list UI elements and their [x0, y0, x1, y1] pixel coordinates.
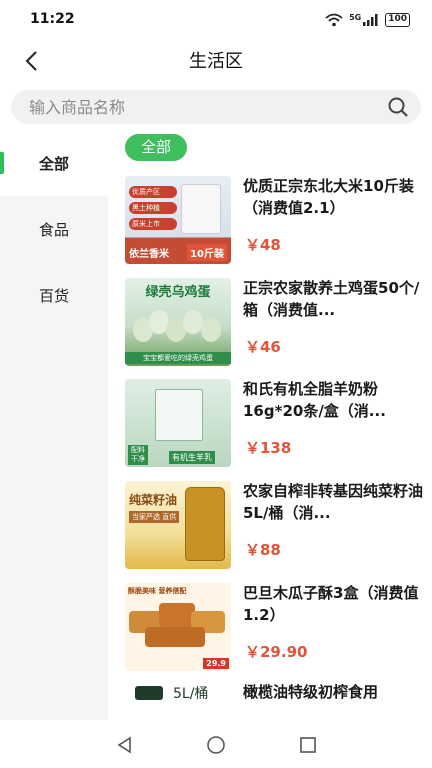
- oil-subtitle: 当家严选 直供: [129, 511, 180, 523]
- system-nav-bar: [0, 720, 432, 768]
- product-name: 正宗农家散养土鸡蛋50个/箱（消费值...: [243, 279, 420, 319]
- status-icons: 5G 100: [325, 11, 410, 29]
- battery-icon: 100: [385, 13, 410, 27]
- product-list-panel: 全部 优质产区 黑土种植 原米上市 依兰香米 10斤装 优质正宗东北大米10斤装…: [108, 130, 432, 720]
- status-time: 11:22: [30, 11, 75, 27]
- oil-bottle-graphic: [185, 487, 225, 561]
- product-name: 农家自榨非转基因纯菜籽油5L/桶（消...: [243, 482, 424, 522]
- product-item-olive-oil[interactable]: 5L/桶 橄榄油特级初榨食用: [125, 682, 425, 720]
- product-price: ￥46: [245, 338, 281, 356]
- product-name: 和氏有机全脂羊奶粉16g*20条/盒（消...: [243, 380, 386, 420]
- nav-home-icon[interactable]: [205, 734, 227, 756]
- product-image-almond-snack: 酥脆美味 营养搭配 29.9: [125, 583, 231, 671]
- snack-header: 酥脆美味 营养搭配: [128, 587, 187, 595]
- search-input[interactable]: [29, 90, 369, 124]
- milk-side-label: 配料干净: [128, 445, 148, 465]
- sidebar-item-food[interactable]: 食品: [0, 196, 108, 262]
- search-icon[interactable]: [387, 96, 409, 118]
- status-bar: 11:22 5G 100: [0, 0, 432, 38]
- rice-bag-graphic: [181, 184, 221, 234]
- product-image-eggs: 绿壳乌鸡蛋 宝宝都爱吃的绿壳鸡蛋: [125, 278, 231, 366]
- rice-brand-label: 依兰香米: [129, 249, 169, 260]
- nav-back-icon[interactable]: [114, 734, 136, 756]
- category-sidebar: 全部 食品 百货: [0, 130, 108, 720]
- network-label: 5G: [349, 12, 362, 22]
- product-name: 橄榄油特级初榨食用: [243, 683, 379, 701]
- milk-tag: 有机生羊乳: [169, 451, 215, 464]
- product-item-rapeseed-oil[interactable]: 纯菜籽油 当家严选 直供 农家自榨非转基因纯菜籽油5L/桶（消... ￥88: [125, 481, 425, 569]
- sidebar-item-label: 百货: [38, 286, 69, 305]
- wifi-icon: [325, 13, 343, 27]
- sidebar-item-label: 全部: [38, 154, 69, 173]
- search-bar: [11, 90, 421, 124]
- active-indicator: [0, 152, 4, 174]
- product-price: ￥48: [245, 236, 281, 254]
- product-price: ￥88: [245, 541, 281, 559]
- product-price: ￥29.90: [245, 643, 308, 661]
- product-item-eggs[interactable]: 绿壳乌鸡蛋 宝宝都爱吃的绿壳鸡蛋 正宗农家散养土鸡蛋50个/箱（消费值... ￥…: [125, 278, 425, 366]
- rice-tag: 原米上市: [129, 218, 177, 230]
- milk-box-graphic: [155, 389, 203, 441]
- olive-can-graphic: [135, 686, 163, 700]
- egg-pile-graphic: [133, 304, 223, 344]
- sidebar-item-label: 食品: [38, 220, 69, 239]
- signal-icon: [363, 14, 378, 26]
- rice-tag-list: 优质产区 黑土种植 原米上市: [129, 186, 177, 230]
- product-image-rapeseed-oil: 纯菜籽油 当家严选 直供: [125, 481, 231, 569]
- product-image-rice: 优质产区 黑土种植 原米上市 依兰香米 10斤装: [125, 176, 231, 264]
- nav-recents-icon[interactable]: [297, 734, 319, 756]
- filter-chip-all[interactable]: 全部: [125, 134, 188, 161]
- olive-volume-label: 5L/桶: [173, 686, 209, 702]
- eggs-title: 绿壳乌鸡蛋: [145, 285, 211, 300]
- sidebar-item-general-goods[interactable]: 百货: [0, 262, 108, 328]
- product-image-olive-oil: 5L/桶: [125, 682, 231, 720]
- app-header: 生活区: [0, 38, 432, 84]
- eggs-caption: 宝宝都爱吃的绿壳鸡蛋: [125, 352, 231, 364]
- oil-title: 纯菜籽油: [129, 493, 178, 507]
- product-item-rice[interactable]: 优质产区 黑土种植 原米上市 依兰香米 10斤装 优质正宗东北大米10斤装（消费…: [125, 176, 425, 264]
- page-title: 生活区: [189, 51, 243, 72]
- product-name: 优质正宗东北大米10斤装（消费值2.1）: [243, 177, 414, 217]
- product-price: ￥138: [245, 439, 292, 457]
- snack-price-tag: 29.9: [203, 658, 229, 669]
- rice-tag: 优质产区: [129, 186, 177, 198]
- snack-pile-graphic: [129, 599, 227, 651]
- product-item-milk-powder[interactable]: 配料干净 有机生羊乳 和氏有机全脂羊奶粉16g*20条/盒（消... ￥138: [125, 379, 425, 467]
- product-name: 巴旦木瓜子酥3盒（消费值1.2）: [243, 584, 419, 624]
- product-item-almond-snack[interactable]: 酥脆美味 营养搭配 29.9 巴旦木瓜子酥3盒（消费值1.2） ￥29.90: [125, 583, 425, 671]
- product-image-milk-powder: 配料干净 有机生羊乳: [125, 379, 231, 467]
- sidebar-item-all[interactable]: 全部: [0, 130, 108, 196]
- rice-tag: 黑土种植: [129, 202, 177, 214]
- rice-size-label: 10斤装: [187, 244, 227, 261]
